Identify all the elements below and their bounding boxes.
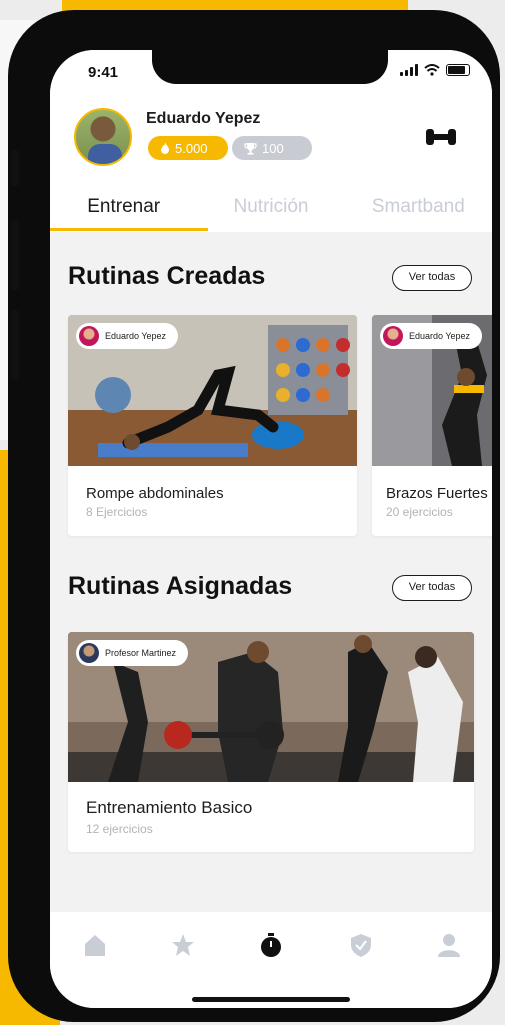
avatar[interactable] <box>74 108 132 166</box>
dumbbell-icon[interactable] <box>424 126 458 148</box>
status-time: 9:41 <box>88 64 119 81</box>
stopwatch-icon[interactable] <box>258 932 284 958</box>
shield-icon[interactable] <box>348 932 374 958</box>
owner-chip: Eduardo Yepez <box>76 323 179 349</box>
owner-chip: Profesor Martinez <box>76 640 189 666</box>
app-screen: 9:41 Eduardo Yepez 5.000 100 Entrenar Nu… <box>50 50 492 1008</box>
battery-icon <box>446 64 470 76</box>
tab-bar: Entrenar Nutrición Smartband <box>50 182 492 232</box>
profile-icon[interactable] <box>436 932 462 958</box>
owner-avatar <box>383 326 403 346</box>
trophy-icon <box>244 142 257 155</box>
points-badge: 5.000 <box>148 136 228 160</box>
owner-avatar <box>79 643 99 663</box>
star-icon[interactable] <box>170 932 196 958</box>
active-tab-indicator <box>50 228 208 231</box>
tab-smartband[interactable]: Smartband <box>345 182 492 232</box>
home-icon[interactable] <box>82 932 108 958</box>
section-title-created: Rutinas Creadas <box>68 262 266 290</box>
owner-name: Profesor Martinez <box>105 648 177 658</box>
view-all-assigned-button[interactable]: Ver todas <box>392 575 472 601</box>
section-title-assigned: Rutinas Asignadas <box>68 572 293 600</box>
bottom-nav <box>50 912 492 1008</box>
owner-name: Eduardo Yepez <box>409 331 471 341</box>
routine-title: Rompe abdominales <box>86 485 224 502</box>
notch <box>152 50 388 84</box>
view-all-created-button[interactable]: Ver todas <box>392 265 472 291</box>
user-name: Eduardo Yepez <box>146 110 261 127</box>
side-button-volume-down <box>11 310 19 380</box>
status-icons <box>400 64 470 76</box>
wifi-icon <box>424 64 440 76</box>
trophy-badge: 100 <box>232 136 312 160</box>
signal-icon <box>400 64 418 76</box>
routine-card[interactable]: Eduardo Yepez Rompe abdominales 8 Ejerci… <box>68 315 357 536</box>
points-value: 5.000 <box>175 140 208 156</box>
side-button-volume-up <box>11 220 19 290</box>
flame-icon <box>161 141 169 154</box>
tab-nutricion[interactable]: Nutrición <box>197 182 344 232</box>
owner-name: Eduardo Yepez <box>105 331 167 341</box>
routine-title: Entrenamiento Basico <box>86 798 253 817</box>
home-indicator <box>192 997 350 1002</box>
phone-frame: 9:41 Eduardo Yepez 5.000 100 Entrenar Nu… <box>8 10 500 1022</box>
owner-chip: Eduardo Yepez <box>380 323 483 349</box>
assigned-routine-card[interactable]: Profesor Martinez Entrenamiento Basico 1… <box>68 632 474 852</box>
side-button-mute <box>11 150 19 186</box>
owner-avatar <box>79 326 99 346</box>
tab-entrenar[interactable]: Entrenar <box>50 182 197 232</box>
routine-subtitle: 20 ejercicios <box>386 505 453 519</box>
trophy-value: 100 <box>262 140 284 156</box>
routine-title: Brazos Fuertes <box>386 485 488 502</box>
routine-card[interactable]: Eduardo Yepez Brazos Fuertes 20 ejercici… <box>372 315 492 536</box>
routine-subtitle: 12 ejercicios <box>86 822 153 836</box>
routine-subtitle: 8 Ejercicios <box>86 505 148 519</box>
